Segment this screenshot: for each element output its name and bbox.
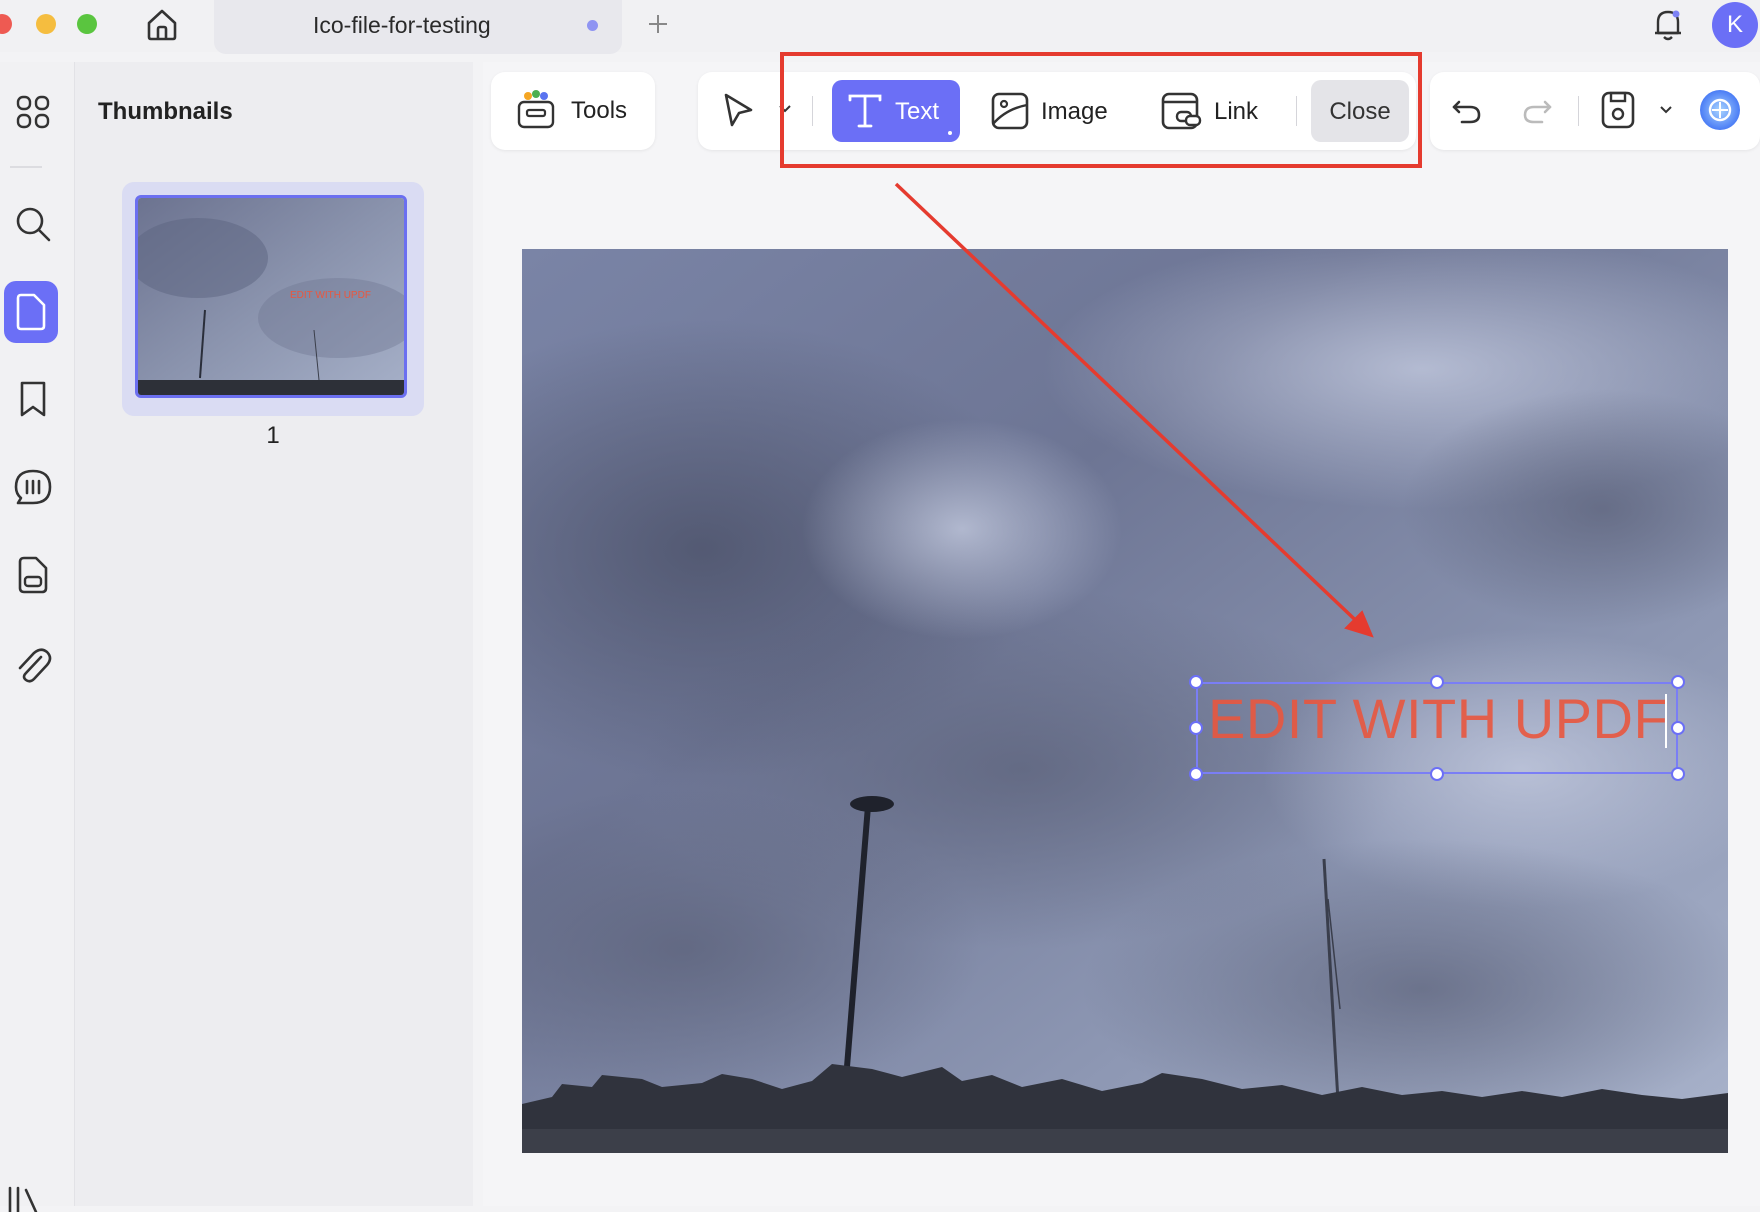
resize-handle-top-left[interactable] bbox=[1189, 675, 1203, 689]
resize-handle-top-right[interactable] bbox=[1671, 675, 1685, 689]
attachment-icon[interactable] bbox=[8, 640, 58, 690]
tools-label: Tools bbox=[571, 97, 628, 124]
avatar[interactable]: K bbox=[1712, 2, 1758, 48]
left-toolbar bbox=[0, 62, 75, 1212]
document-tab[interactable]: Ico-file-for-testing bbox=[214, 0, 622, 54]
resize-handle-bottom-left[interactable] bbox=[1189, 767, 1203, 781]
thumbnail-text: EDIT WITH UPDF bbox=[290, 290, 371, 301]
resize-handle-left[interactable] bbox=[1189, 721, 1203, 735]
annotation-highlight-box bbox=[780, 52, 1422, 168]
minimize-window-button[interactable] bbox=[36, 14, 56, 34]
resize-handle-bottom-right[interactable] bbox=[1671, 767, 1685, 781]
close-window-button[interactable] bbox=[0, 14, 12, 34]
home-icon[interactable] bbox=[142, 4, 182, 44]
thumbnail-image: EDIT WITH UPDF bbox=[135, 195, 407, 398]
zoom-window-button[interactable] bbox=[77, 14, 97, 34]
tab-title: Ico-file-for-testing bbox=[313, 12, 491, 38]
unsaved-indicator bbox=[587, 20, 598, 31]
annotation-arrow bbox=[890, 180, 1380, 650]
search-icon[interactable] bbox=[8, 199, 58, 249]
page-thumbnail[interactable]: EDIT WITH UPDF bbox=[122, 182, 424, 416]
ai-assistant-icon[interactable] bbox=[1698, 88, 1742, 132]
panel-title: Thumbnails bbox=[98, 98, 233, 125]
redo-icon[interactable] bbox=[1520, 93, 1554, 127]
title-bar: Ico-file-for-testing K bbox=[0, 0, 1760, 54]
resize-handle-bottom[interactable] bbox=[1430, 767, 1444, 781]
resize-handle-right[interactable] bbox=[1671, 721, 1685, 735]
form-icon[interactable] bbox=[8, 550, 58, 600]
library-icon[interactable] bbox=[6, 1182, 46, 1212]
save-icon[interactable] bbox=[1600, 90, 1636, 130]
pointer-icon[interactable] bbox=[718, 90, 758, 130]
bookmark-icon[interactable] bbox=[8, 374, 58, 424]
resize-handle-top[interactable] bbox=[1430, 675, 1444, 689]
rail-divider bbox=[10, 166, 42, 168]
tools-icon bbox=[516, 90, 556, 130]
page-icon[interactable] bbox=[4, 281, 58, 343]
thumbnails-grid-icon[interactable] bbox=[8, 87, 58, 137]
bell-icon[interactable] bbox=[1648, 4, 1688, 44]
text-cursor bbox=[1665, 694, 1667, 748]
comment-icon[interactable] bbox=[8, 463, 58, 513]
thumbnails-panel: Thumbnails EDIT WITH UPDF 1 bbox=[75, 62, 473, 1206]
undo-icon[interactable] bbox=[1450, 93, 1484, 127]
toolbar-divider bbox=[1578, 96, 1579, 126]
chevron-down-icon[interactable] bbox=[1659, 105, 1673, 115]
plus-icon[interactable] bbox=[646, 12, 670, 36]
page-number: 1 bbox=[266, 422, 280, 449]
editable-text[interactable]: EDIT WITH UPDF bbox=[1208, 686, 1668, 751]
